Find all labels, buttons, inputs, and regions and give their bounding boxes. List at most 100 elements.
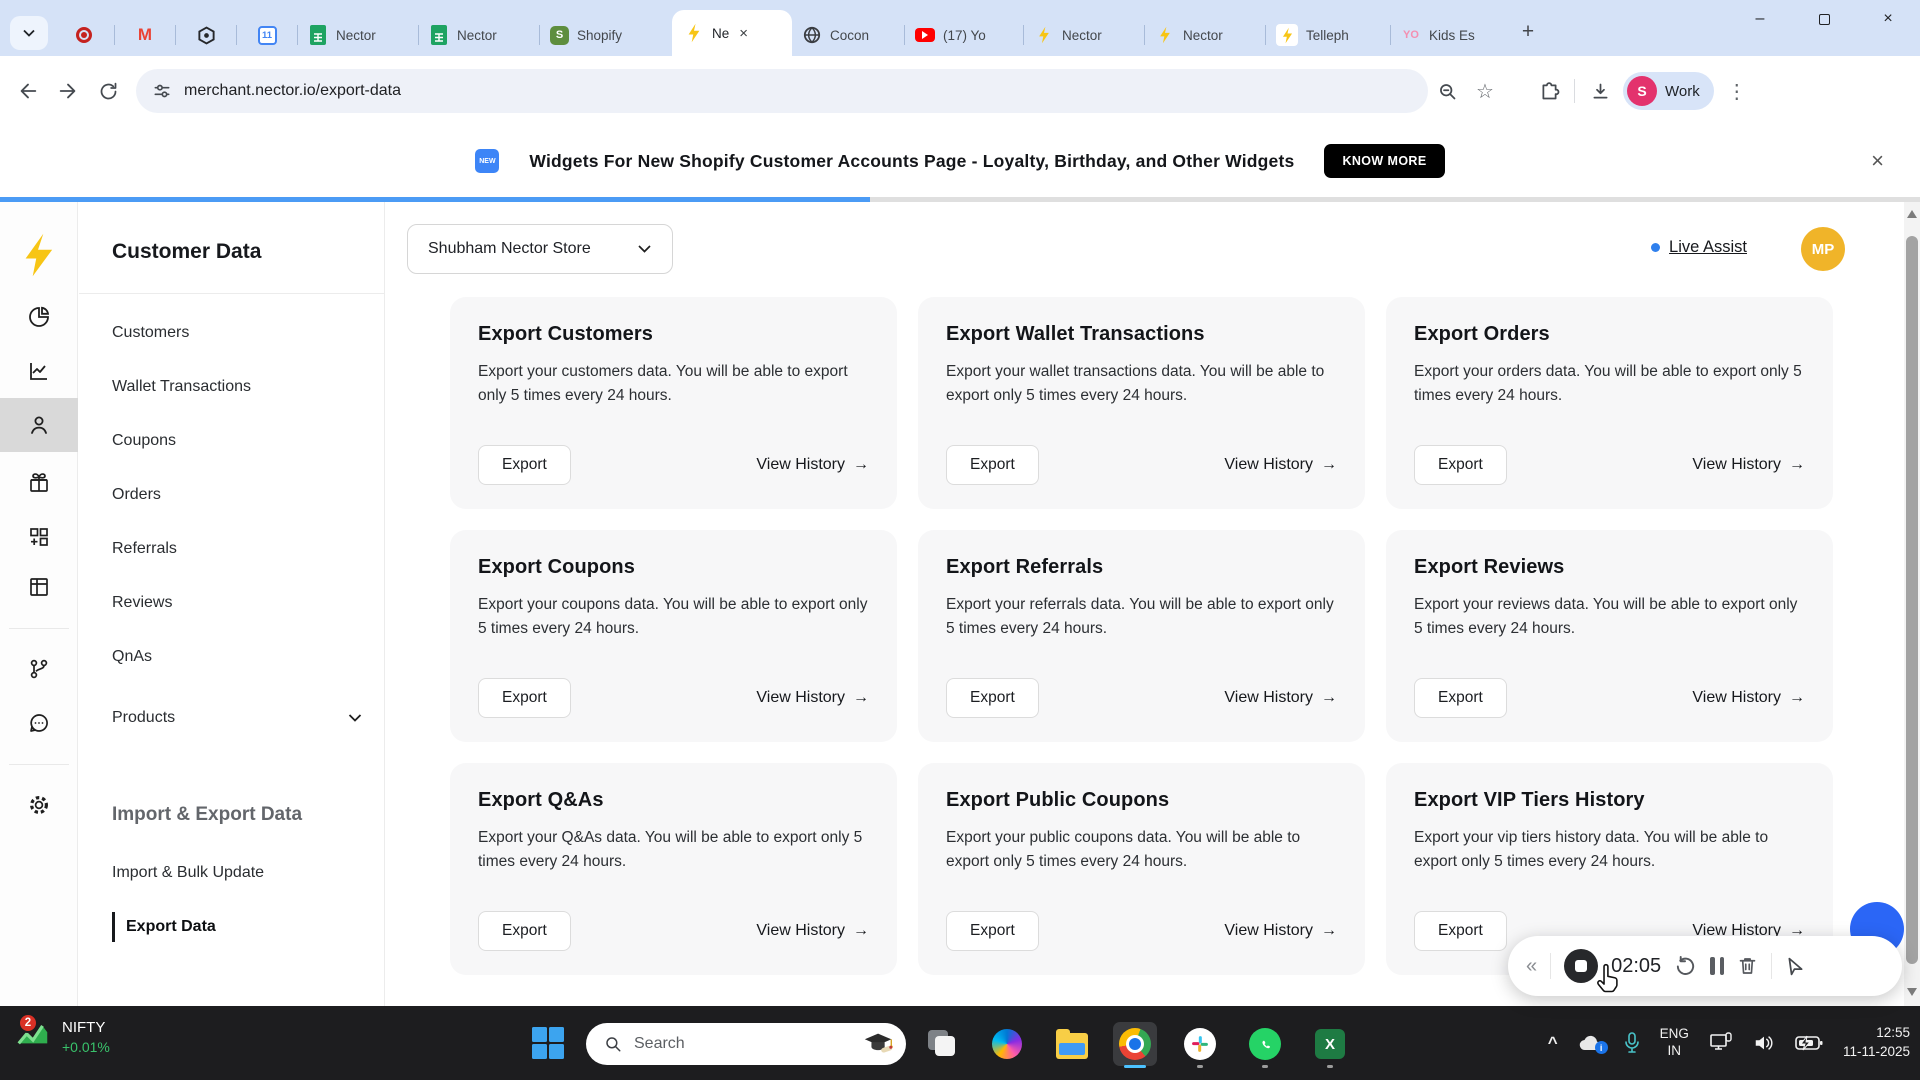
export-button[interactable]: Export [946,678,1039,718]
battery-icon[interactable] [1795,1035,1823,1051]
taskbar-clock[interactable]: 12:55 11-11-2025 [1843,1024,1910,1062]
rail-rewards-item[interactable] [0,460,78,506]
scrollbar-up-arrow[interactable] [1907,210,1917,218]
tab-gmail[interactable]: M [115,14,175,56]
taskbar-widget-nifty[interactable]: 2 NIFTY +0.01% [14,1013,110,1056]
recorder-delete-button[interactable] [1737,955,1758,977]
tab-youtube[interactable]: (17) Yo [905,14,1023,56]
sidebar-item-products[interactable]: Products [112,709,175,727]
browser-profile-chip[interactable]: S Work [1623,72,1714,110]
back-button[interactable] [8,71,48,111]
view-history-link[interactable]: View History → [1224,689,1337,707]
address-bar[interactable]: merchant.nector.io/export-data [136,69,1428,113]
sidebar-item-customers[interactable]: Customers [112,324,189,342]
tab-coconut[interactable]: Cocon [792,14,904,56]
export-button[interactable]: Export [478,445,571,485]
export-button[interactable]: Export [1414,678,1507,718]
live-assist-link[interactable]: Live Assist [1651,238,1747,257]
rail-workflows-item[interactable] [0,646,78,692]
tray-expand-chevron[interactable]: ^ [1548,1033,1558,1053]
tab-kids[interactable]: YO Kids Es [1391,14,1507,56]
export-button[interactable]: Export [1414,911,1507,951]
store-selector[interactable]: Shubham Nector Store [407,224,673,274]
recorder-collapse-button[interactable]: « [1526,955,1537,978]
window-minimize-button[interactable]: – [1728,0,1792,38]
volume-icon[interactable] [1753,1033,1775,1053]
browser-menu-button[interactable]: ⋮ [1718,72,1756,110]
rail-support-item[interactable] [0,700,78,746]
tab-nector-sheet-1[interactable]: Nector [298,14,418,56]
scrollbar-down-arrow[interactable] [1907,988,1917,996]
sidebar-item-wallet-transactions[interactable]: Wallet Transactions [112,378,251,396]
rail-customers-item[interactable] [0,398,78,452]
view-history-link[interactable]: View History → [1692,689,1805,707]
view-history-link[interactable]: View History → [756,456,869,474]
tab-recorder[interactable] [54,14,114,56]
view-history-link[interactable]: View History → [756,922,869,940]
reload-button[interactable] [88,71,128,111]
window-close-button[interactable]: × [1856,0,1920,38]
sidebar-item-export-data[interactable]: Export Data [112,912,216,942]
sidebar-item-referrals[interactable]: Referrals [112,540,177,558]
extensions-button[interactable] [1530,72,1568,110]
site-settings-icon[interactable] [152,81,172,101]
recorder-cursor-tool-button[interactable] [1785,956,1806,977]
close-tab-icon[interactable]: × [739,25,748,42]
export-button[interactable]: Export [946,445,1039,485]
user-avatar[interactable]: MP [1801,227,1845,271]
rail-dashboard-item[interactable] [0,294,78,340]
url-text[interactable]: merchant.nector.io/export-data [184,82,401,100]
page-scrollbar[interactable] [1904,202,1920,1006]
slack-button[interactable] [1178,1022,1222,1068]
view-history-link[interactable]: View History → [1224,456,1337,474]
sidebar-item-reviews[interactable]: Reviews [112,594,172,612]
know-more-button[interactable]: KNOW MORE [1324,144,1445,178]
rail-analytics-item[interactable] [0,348,78,394]
chrome-button[interactable] [1113,1022,1157,1068]
tab-chatgpt[interactable] [176,14,236,56]
start-button[interactable] [532,1027,564,1059]
task-view-button[interactable] [920,1022,964,1066]
tab-calendar[interactable]: 11 [237,14,297,56]
excel-button[interactable]: X [1308,1022,1352,1068]
network-icon[interactable] [1709,1032,1733,1054]
tab-shopify[interactable]: S Shopify [540,14,672,56]
sidebar-item-import-bulk-update[interactable]: Import & Bulk Update [112,864,264,882]
tab-nector-3[interactable]: Nector [1024,14,1144,56]
tab-search-button[interactable] [10,16,48,50]
onedrive-icon[interactable]: i [1578,1034,1608,1054]
zoom-button[interactable] [1428,72,1466,110]
rail-integrations-item[interactable] [0,514,78,560]
whatsapp-button[interactable] [1243,1022,1287,1068]
recorder-pause-button[interactable] [1710,957,1725,975]
chevron-down-icon[interactable] [348,713,362,723]
sidebar-item-qnas[interactable]: QnAs [112,648,152,666]
export-button[interactable]: Export [1414,445,1507,485]
view-history-link[interactable]: View History → [1224,922,1337,940]
rail-settings-item[interactable] [0,782,78,828]
tab-nector-active[interactable]: Ne × [672,10,792,56]
taskbar-search[interactable]: Search [586,1023,906,1065]
sidebar-item-orders[interactable]: Orders [112,486,161,504]
language-indicator[interactable]: ENG IN [1660,1026,1689,1060]
banner-close-icon[interactable]: × [1871,148,1884,174]
view-history-link[interactable]: View History → [1692,456,1805,474]
tab-nector-sheet-2[interactable]: Nector [419,14,539,56]
copilot-button[interactable] [985,1022,1029,1066]
tab-nector-4[interactable]: Nector [1145,14,1265,56]
nector-logo[interactable] [20,232,56,278]
tab-tellephant[interactable]: Telleph [1266,14,1390,56]
window-maximize-button[interactable] [1792,0,1856,38]
downloads-button[interactable] [1581,72,1619,110]
export-button[interactable]: Export [946,911,1039,951]
forward-button[interactable] [48,71,88,111]
file-explorer-button[interactable] [1050,1022,1094,1066]
bookmark-button[interactable]: ☆ [1466,72,1504,110]
export-button[interactable]: Export [478,678,571,718]
export-button[interactable]: Export [478,911,571,951]
scrollbar-thumb[interactable] [1906,236,1918,964]
sidebar-item-coupons[interactable]: Coupons [112,432,176,450]
microphone-icon[interactable] [1624,1032,1640,1054]
rail-pages-item[interactable] [0,564,78,610]
new-tab-button[interactable]: + [1513,17,1543,47]
